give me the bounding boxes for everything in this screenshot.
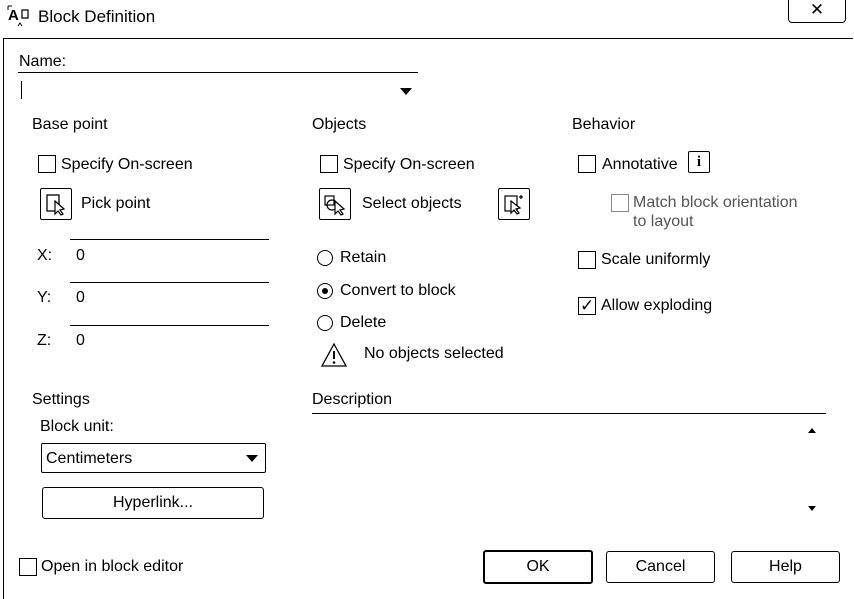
scale-uniformly-label: Scale uniformly — [601, 251, 711, 268]
match-orientation-label-line1: Match block orientation — [633, 194, 798, 211]
base-specify-onscreen-checkbox[interactable] — [38, 155, 56, 173]
help-button[interactable]: Help — [731, 551, 840, 583]
block-definition-icon: A — [6, 4, 34, 32]
delete-label: Delete — [340, 314, 387, 331]
description-textarea[interactable] — [312, 416, 807, 516]
x-field-border — [70, 239, 269, 240]
z-input[interactable]: 0 — [76, 332, 266, 350]
hyperlink-button[interactable]: Hyperlink... — [42, 487, 264, 519]
y-field-border — [70, 282, 269, 283]
retain-radio[interactable] — [317, 250, 333, 266]
base-point-heading: Base point — [32, 116, 108, 133]
convert-to-block-label: Convert to block — [340, 282, 456, 299]
block-unit-select[interactable]: Centimeters — [41, 443, 266, 473]
x-label: X: — [37, 247, 53, 264]
z-label: Z: — [37, 332, 52, 349]
scroll-up-arrow[interactable] — [808, 428, 816, 433]
description-rule — [312, 413, 826, 414]
chevron-down-icon[interactable] — [400, 88, 412, 95]
selection-status: No objects selected — [364, 345, 504, 362]
cancel-label: Cancel — [635, 558, 686, 575]
name-label-rule — [18, 72, 418, 73]
close-button[interactable]: ✕ — [788, 0, 846, 23]
open-in-editor-label: Open in block editor — [41, 558, 184, 575]
match-orientation-checkbox[interactable] — [611, 194, 629, 212]
delete-radio[interactable] — [317, 315, 333, 331]
cancel-button[interactable]: Cancel — [606, 551, 715, 583]
scale-uniformly-checkbox[interactable] — [578, 251, 596, 269]
description-heading: Description — [312, 391, 393, 408]
name-label: Name: — [19, 53, 67, 70]
allow-exploding-label: Allow exploding — [601, 297, 713, 314]
match-orientation-label-line2: to layout — [633, 213, 694, 230]
warning-icon — [320, 342, 348, 368]
info-icon[interactable]: i — [688, 151, 710, 173]
chevron-down-icon[interactable] — [246, 455, 258, 462]
ok-button[interactable]: OK — [483, 550, 593, 584]
y-input[interactable]: 0 — [76, 289, 266, 307]
text-cursor — [21, 81, 22, 99]
title-bar: A Block Definition — [0, 0, 854, 36]
name-combo[interactable] — [18, 77, 418, 103]
select-objects-button[interactable] — [319, 188, 351, 220]
x-input[interactable]: 0 — [76, 247, 266, 265]
pick-point-icon — [46, 194, 66, 216]
settings-heading: Settings — [32, 391, 90, 408]
scroll-down-arrow[interactable] — [808, 506, 816, 511]
annotative-label: Annotative — [602, 156, 678, 173]
pick-point-button[interactable] — [40, 188, 72, 220]
objects-heading: Objects — [312, 116, 367, 133]
objects-specify-onscreen-checkbox[interactable] — [320, 155, 338, 173]
select-objects-icon — [324, 195, 346, 216]
block-unit-label: Block unit: — [40, 418, 114, 435]
svg-text:A: A — [8, 7, 19, 24]
block-unit-value: Centimeters — [46, 450, 133, 467]
base-specify-onscreen-label: Specify On-screen — [61, 156, 193, 173]
open-in-editor-checkbox[interactable] — [19, 558, 37, 576]
behavior-heading: Behavior — [572, 116, 636, 133]
allow-exploding-checkbox[interactable] — [578, 296, 596, 316]
objects-specify-onscreen-label: Specify On-screen — [343, 156, 475, 173]
retain-label: Retain — [340, 249, 387, 266]
help-label: Help — [769, 558, 802, 575]
pick-point-label: Pick point — [81, 195, 151, 212]
window-title: Block Definition — [38, 7, 156, 26]
select-objects-label: Select objects — [362, 195, 462, 212]
y-label: Y: — [37, 289, 52, 306]
z-field-border — [70, 325, 269, 326]
quick-select-icon — [504, 195, 523, 215]
annotative-checkbox[interactable] — [578, 155, 596, 173]
ok-label: OK — [526, 558, 550, 575]
quick-select-button[interactable] — [498, 188, 530, 220]
convert-to-block-radio[interactable] — [317, 283, 333, 299]
hyperlink-label: Hyperlink... — [112, 494, 194, 511]
close-icon: ✕ — [809, 0, 825, 19]
